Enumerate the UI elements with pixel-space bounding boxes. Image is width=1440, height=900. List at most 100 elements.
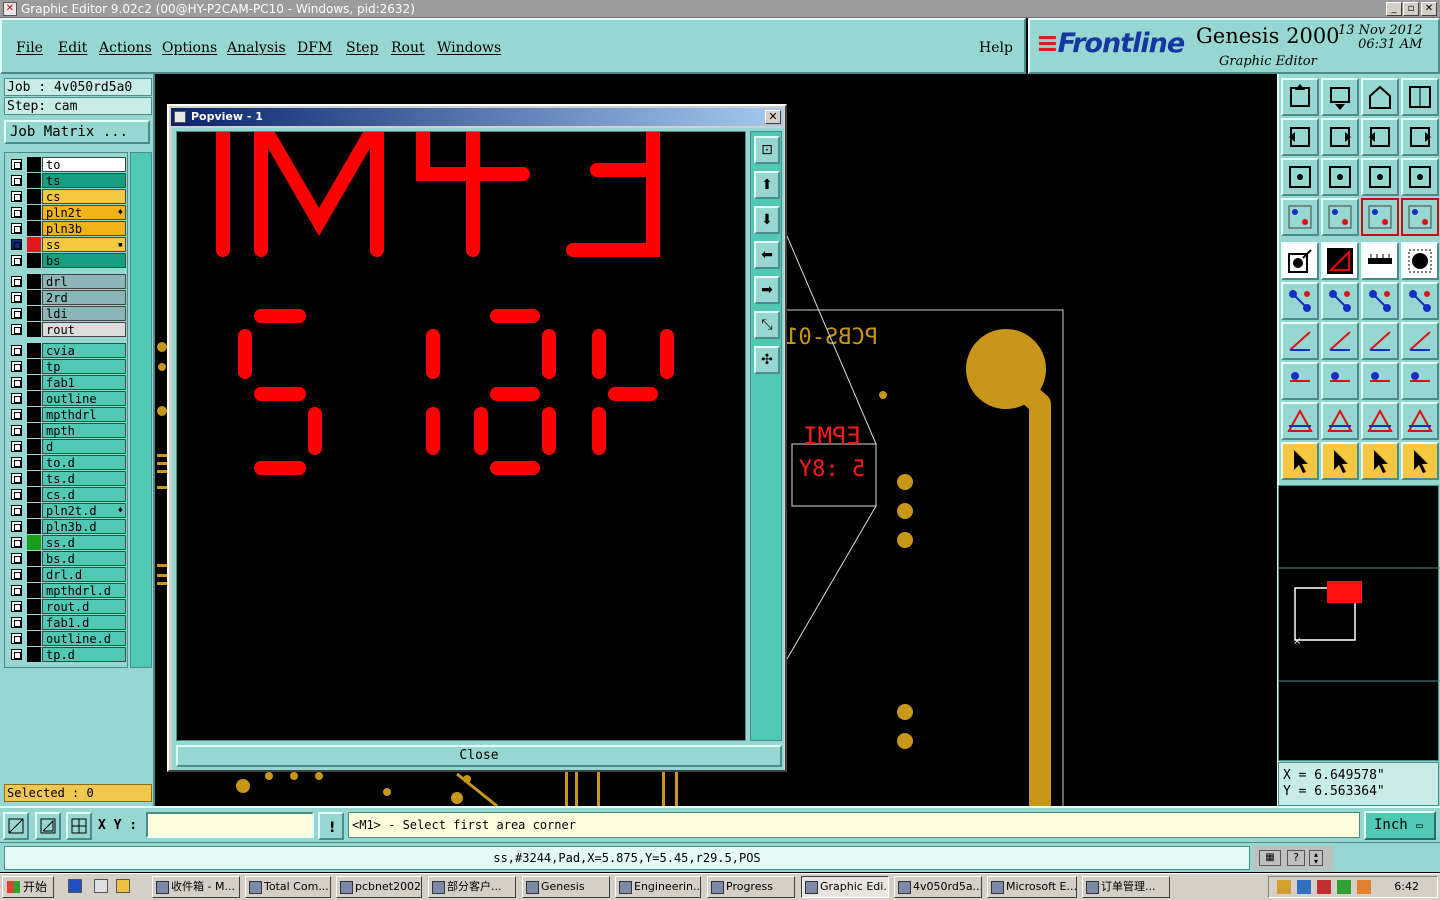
- menu-options[interactable]: Options: [162, 40, 217, 56]
- menu-rout[interactable]: Rout: [391, 40, 425, 56]
- restore-icon[interactable]: ▫: [1403, 2, 1419, 16]
- menu-windows[interactable]: Windows: [437, 40, 501, 56]
- layer-row-cs[interactable]: cs: [8, 189, 126, 204]
- layer-checkbox[interactable]: [11, 569, 22, 580]
- shape-a2-icon[interactable]: [1361, 402, 1399, 440]
- layer-list-scrollbar[interactable]: [130, 152, 152, 668]
- desktop-icon[interactable]: [94, 879, 108, 893]
- layer-row-outline-d[interactable]: outline.d: [8, 631, 126, 646]
- pan-left-icon[interactable]: [1281, 118, 1319, 156]
- layer-checkbox[interactable]: [11, 617, 22, 628]
- taskbar-item[interactable]: Progress: [707, 876, 795, 898]
- popview-zoom-in-icon[interactable]: ⤡: [754, 311, 780, 339]
- pad-icon[interactable]: [1401, 242, 1439, 280]
- layer-checkbox[interactable]: [11, 553, 22, 564]
- mirror-icon[interactable]: [1401, 322, 1439, 360]
- layer-checkbox[interactable]: [11, 393, 22, 404]
- taskbar-item[interactable]: 收件箱 - M...: [152, 876, 240, 898]
- snap-icon[interactable]: [1401, 118, 1439, 156]
- layer-row-pln2t[interactable]: pln2t ♦: [8, 205, 126, 220]
- layer-color-swatch[interactable]: [27, 189, 41, 204]
- layer-checkbox[interactable]: [11, 505, 22, 516]
- layer-checkbox[interactable]: [11, 489, 22, 500]
- zoom-home-icon[interactable]: [1281, 78, 1319, 116]
- popview-pan-up-icon[interactable]: ⬆: [754, 171, 780, 199]
- xy-input[interactable]: [146, 812, 314, 838]
- polygon-icon[interactable]: [1321, 242, 1359, 280]
- shape-a3-icon[interactable]: [1401, 402, 1439, 440]
- layer-name[interactable]: cs.d: [42, 487, 126, 502]
- close-window-icon[interactable]: ✕: [1421, 2, 1437, 16]
- zoom-center-icon[interactable]: [1321, 158, 1359, 196]
- layer-name[interactable]: tp: [42, 359, 126, 374]
- pan-right-icon[interactable]: [1321, 118, 1359, 156]
- menu-file[interactable]: File: [16, 40, 43, 56]
- menu-dfm[interactable]: DFM: [297, 40, 332, 56]
- layer-name[interactable]: rout: [42, 322, 126, 337]
- angle-icon[interactable]: [1281, 322, 1319, 360]
- antivirus-icon[interactable]: [1317, 880, 1331, 894]
- layer-row-ss-d[interactable]: ss.d: [8, 535, 126, 550]
- layer-checkbox[interactable]: [11, 537, 22, 548]
- home-icon[interactable]: [1361, 78, 1399, 116]
- layer-row-mpthdrl[interactable]: mpthdrl: [8, 407, 126, 422]
- taskbar-item[interactable]: 部分客户...: [428, 876, 516, 898]
- layer-color-swatch[interactable]: [27, 423, 41, 438]
- layer-name[interactable]: fab1: [42, 375, 126, 390]
- quicklaunch-icon[interactable]: [116, 879, 130, 893]
- layer-checkbox[interactable]: [11, 409, 22, 420]
- layer-row-ldi[interactable]: ldi: [8, 306, 126, 321]
- layer-row-fab1[interactable]: fab1: [8, 375, 126, 390]
- layer-color-swatch[interactable]: [27, 322, 41, 337]
- layer-row-rout-d[interactable]: rout.d: [8, 599, 126, 614]
- layer-color-swatch[interactable]: [27, 205, 41, 220]
- layer-name[interactable]: mpthdrl: [42, 407, 126, 422]
- feature-select-icon[interactable]: [1281, 242, 1319, 280]
- minimap[interactable]: ×: [1278, 485, 1440, 761]
- zoom-back-icon[interactable]: [1321, 78, 1359, 116]
- cross-icon[interactable]: [1321, 282, 1359, 320]
- layer-name[interactable]: ts.d: [42, 471, 126, 486]
- layer-row-tp-d[interactable]: tp.d: [8, 647, 126, 662]
- layer-row-pln2t-d[interactable]: pln2t.d ♦: [8, 503, 126, 518]
- layer-name[interactable]: outline: [42, 391, 126, 406]
- layer-row-fab1-d[interactable]: fab1.d: [8, 615, 126, 630]
- layer-color-swatch[interactable]: [27, 551, 41, 566]
- layer-color-swatch[interactable]: [27, 306, 41, 321]
- popview-zoom-fit-icon[interactable]: ⊡: [754, 136, 780, 164]
- pointer-circle-icon[interactable]: [1361, 442, 1399, 480]
- scale-1to2-icon[interactable]: [1361, 158, 1399, 196]
- layer-name[interactable]: pln2t ♦: [42, 205, 126, 220]
- layer-row-2rd[interactable]: 2rd: [8, 290, 126, 305]
- layer-color-swatch[interactable]: [27, 237, 41, 252]
- pointer-box-icon[interactable]: [1321, 442, 1359, 480]
- layer-name[interactable]: mpthdrl.d: [42, 583, 126, 598]
- layer-color-swatch[interactable]: [27, 253, 41, 268]
- spin-icon[interactable]: ▴ ▾: [1309, 850, 1323, 866]
- layer-name[interactable]: drl: [42, 274, 126, 289]
- dimension-icon[interactable]: [1361, 362, 1399, 400]
- layer-color-swatch[interactable]: [27, 274, 41, 289]
- slash-icon[interactable]: [1321, 322, 1359, 360]
- layer-color-swatch[interactable]: [27, 221, 41, 236]
- layer-name[interactable]: ts: [42, 173, 126, 188]
- layer-row-pln3b-d[interactable]: pln3b.d: [8, 519, 126, 534]
- taskbar-item[interactable]: Microsoft E...: [987, 876, 1077, 898]
- layer-row-ss[interactable]: ss ▪: [8, 237, 126, 252]
- lang-icon[interactable]: [1337, 880, 1351, 894]
- job-matrix-button[interactable]: Job Matrix ...: [4, 120, 150, 144]
- layer-checkbox[interactable]: [11, 473, 22, 484]
- layer-row-cs-d[interactable]: cs.d: [8, 487, 126, 502]
- net-select-icon[interactable]: [1401, 198, 1439, 236]
- layer-row-ts-d[interactable]: ts.d: [8, 471, 126, 486]
- layer-row-pln3b[interactable]: pln3b: [8, 221, 126, 236]
- taskbar-item[interactable]: Genesis: [522, 876, 610, 898]
- layer-name[interactable]: pln2t.d ♦: [42, 503, 126, 518]
- layer-name[interactable]: ldi: [42, 306, 126, 321]
- start-button[interactable]: 开始: [2, 876, 54, 898]
- line-add-icon[interactable]: [1361, 282, 1399, 320]
- menu-help[interactable]: Help: [979, 40, 1013, 56]
- grid-snap-icon[interactable]: [66, 812, 92, 840]
- connect-icon[interactable]: [1281, 282, 1319, 320]
- layer-checkbox[interactable]: [11, 276, 22, 287]
